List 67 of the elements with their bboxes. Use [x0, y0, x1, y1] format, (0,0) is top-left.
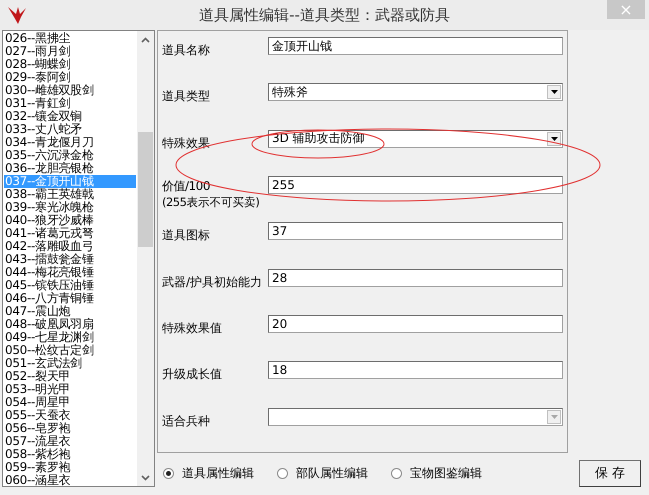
list-item[interactable]: 048--破凰凤羽扇 [4, 318, 136, 331]
field-label: 特殊效果值 [162, 320, 223, 337]
text-field[interactable]: 金顶开山钺 [268, 37, 563, 55]
list-item[interactable]: 053--明光甲 [4, 383, 136, 396]
bird-logo-icon [6, 5, 28, 25]
mode-radio[interactable]: 宝物图鉴编辑 [391, 464, 482, 482]
dropdown[interactable]: 特殊斧 [268, 83, 563, 102]
list-item[interactable]: 033--丈八蛇矛 [4, 123, 136, 136]
list-item[interactable]: 034--青龙偃月刀 [4, 136, 136, 149]
list-item[interactable]: 044--梅花亮银锤 [4, 266, 136, 279]
scroll-thumb[interactable] [138, 132, 153, 247]
text-field[interactable]: 28 [268, 268, 563, 287]
scrollbar[interactable] [137, 31, 154, 486]
dropdown-arrow-icon [550, 90, 558, 94]
list-item[interactable]: 050--松纹古定剑 [4, 344, 136, 357]
dropdown-arrow-icon [550, 136, 558, 141]
text-field[interactable]: 18 [268, 361, 563, 380]
list-item[interactable]: 027--雨月剑 [4, 45, 136, 58]
radio-dot[interactable] [391, 468, 402, 478]
scroll-down-icon[interactable] [141, 474, 150, 480]
text-field[interactable]: 20 [268, 314, 563, 333]
list-item[interactable]: 038--霸王英雄戟 [4, 188, 136, 201]
list-item[interactable]: 042--落雕吸血弓 [4, 240, 136, 253]
list-item[interactable]: 049--七星龙渊剑 [4, 331, 136, 344]
scroll-up-icon[interactable] [141, 36, 150, 42]
mode-radio[interactable]: 部队属性编辑 [277, 464, 368, 482]
list-item[interactable]: 029--泰阿剑 [4, 71, 136, 84]
list-item[interactable]: 039--寒光冰魄枪 [4, 201, 136, 214]
list-item[interactable]: 043--擂鼓瓮金锤 [4, 253, 136, 266]
field-label: 武器/护具初始能力 [162, 274, 264, 291]
list-item[interactable]: 028--蝴蝶剑 [4, 58, 136, 71]
list-item[interactable]: 032--镶金双锏 [4, 110, 136, 123]
list-item[interactable]: 059--素罗袍 [4, 461, 136, 474]
field-label: 道具名称 [162, 42, 211, 59]
list-item[interactable]: 045--镔铁压油锤 [4, 279, 136, 292]
list-item[interactable]: 041--诸葛元戎弩 [4, 227, 136, 240]
list-item[interactable]: 057--流星衣 [4, 435, 136, 448]
field-label: 道具图标 [162, 227, 211, 244]
list-item[interactable]: 040--狼牙沙威棒 [4, 214, 136, 227]
list-item[interactable]: 058--紫杉袍 [4, 448, 136, 461]
list-item[interactable]: 036--龙胆亮银枪 [4, 162, 136, 175]
window-title: 道具属性编辑--道具类型：武器或防具 [199, 6, 450, 24]
field-label: 特殊效果 [162, 134, 211, 152]
field-label: 道具类型 [162, 88, 211, 106]
text-field[interactable]: 255 [268, 176, 563, 194]
dropdown-arrow-icon [550, 414, 558, 419]
field-note: (255表示不可买卖) [162, 194, 260, 210]
list-item[interactable]: 060--涵星衣 [4, 474, 136, 486]
field-label: 适合兵种 [162, 412, 211, 430]
text-field[interactable]: 37 [268, 222, 563, 240]
field-label: 升级成长值 [162, 366, 223, 384]
radio-dot[interactable] [163, 468, 174, 478]
list-item[interactable]: 046--八方青铜锤 [4, 292, 136, 305]
list-item[interactable]: 047--震山炮 [4, 305, 136, 318]
mode-radio[interactable]: 道具属性编辑 [163, 464, 254, 482]
list-item[interactable]: 051--玄武法剑 [4, 357, 136, 370]
list-item[interactable]: 031--青釭剑 [4, 97, 136, 110]
list-item[interactable]: 026--黑拂尘 [4, 32, 136, 45]
list-item[interactable]: 056--皂罗袍 [4, 422, 136, 435]
list-item[interactable]: 035--六沉渌金枪 [4, 149, 136, 162]
list-item[interactable]: 055--天蚕衣 [4, 409, 136, 422]
list-item[interactable]: 030--雌雄双股剑 [4, 84, 136, 97]
list-item[interactable]: 054--周星甲 [4, 396, 136, 409]
save-button[interactable]: 保 存 [579, 460, 641, 486]
field-label: 价值/100 [162, 178, 211, 195]
radio-dot[interactable] [277, 468, 288, 478]
list-item[interactable]: 052--裂天甲 [4, 370, 136, 383]
